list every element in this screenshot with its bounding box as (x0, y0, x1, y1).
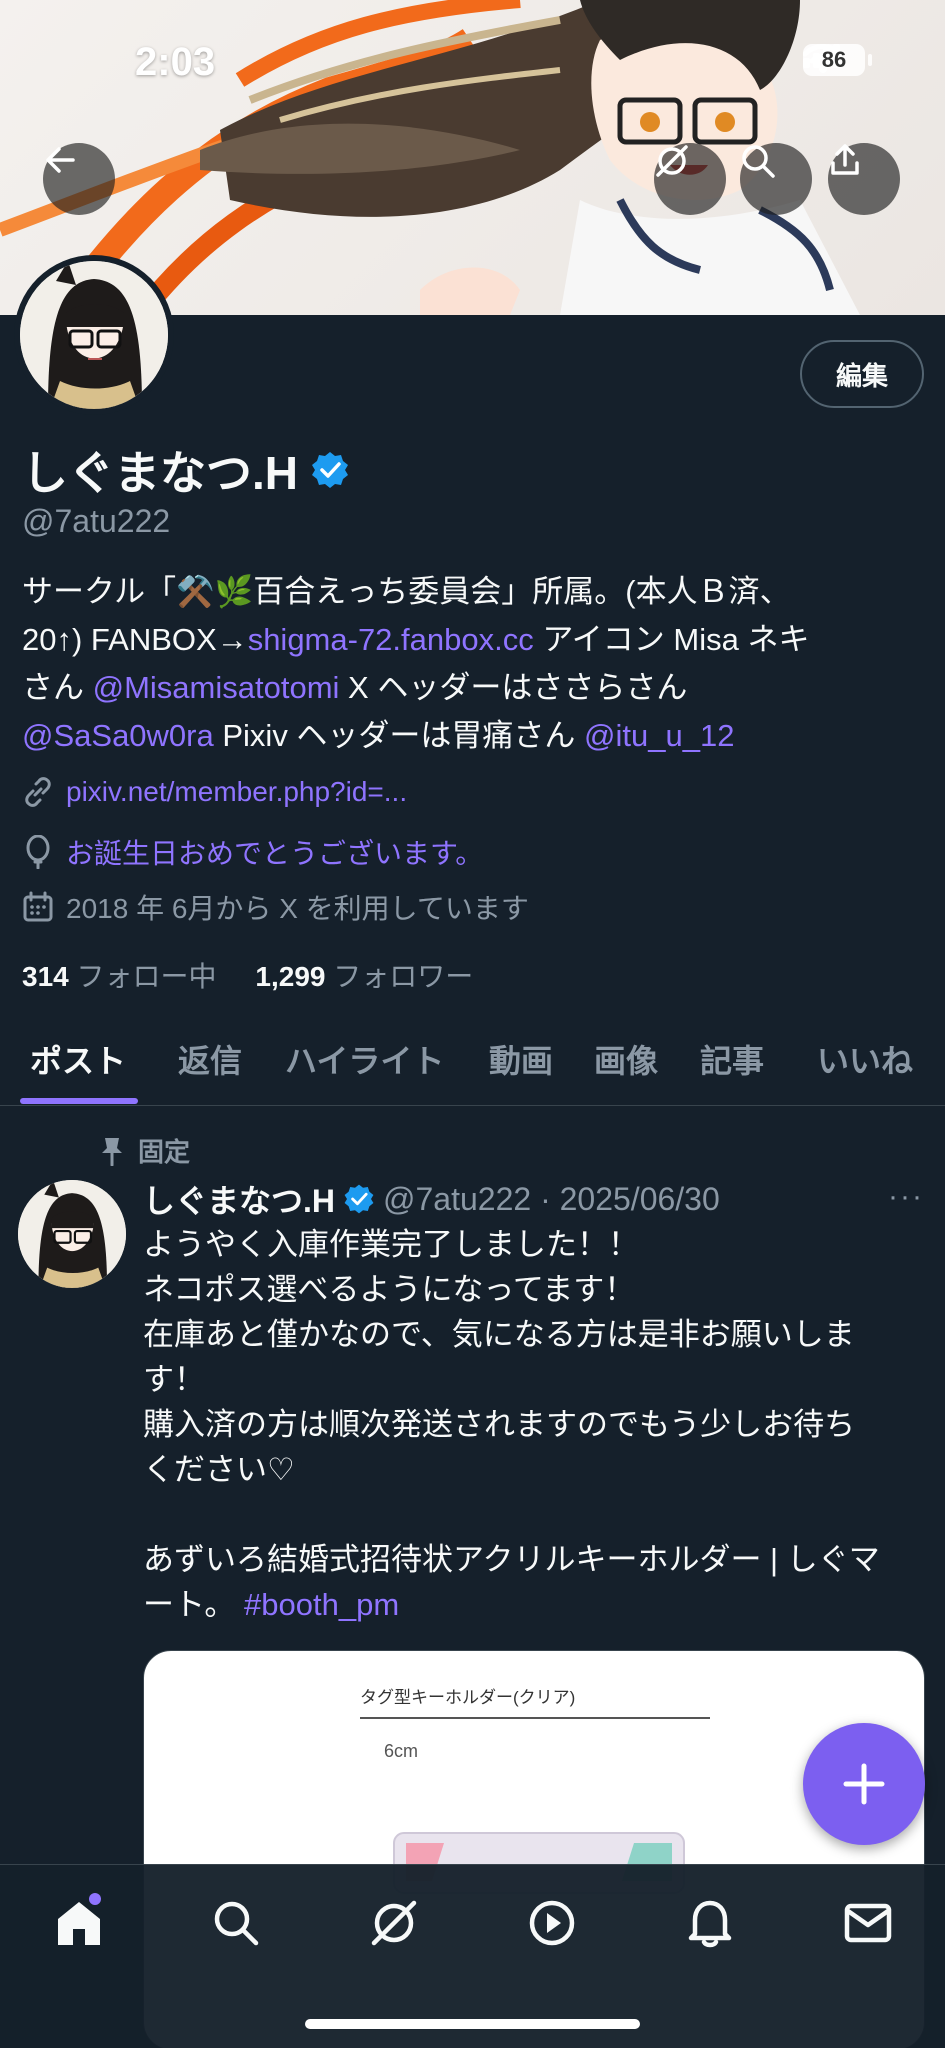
tab-posts[interactable]: ポスト (30, 1036, 126, 1082)
avatar-image (20, 261, 168, 409)
notification-dot (89, 1893, 101, 1905)
compose-post-button[interactable] (803, 1723, 925, 1845)
mention-link[interactable]: @itu_u_12 (584, 718, 734, 753)
home-indicator (305, 2019, 640, 2029)
hashtag-link[interactable]: #booth_pm (244, 1587, 399, 1622)
nav-search[interactable] (204, 1891, 268, 1955)
nav-grok[interactable] (362, 1891, 426, 1955)
joined-row: 2018 年 6月から X を利用しています (22, 887, 529, 927)
post-author-avatar[interactable] (18, 1180, 126, 1288)
grok-button[interactable] (654, 143, 726, 215)
grok-icon (371, 1900, 417, 1946)
post-header: しぐまなつ.H @7atu222 · 2025/06/30 (143, 1176, 720, 1222)
post-body: ようやく入庫作業完了しました！！ ネコポス選べるようになってます！ 在庫あと僅か… (143, 1222, 923, 1627)
post-author-name[interactable]: しぐまなつ.H (143, 1176, 335, 1222)
profile-handle: @7atu222 (22, 503, 171, 539)
battery-indicator: 86 (803, 44, 872, 76)
avatar-illustration (20, 261, 168, 409)
birthday-text[interactable]: お誕生日おめでとうございます。 (66, 832, 483, 872)
share-icon (831, 144, 859, 175)
arrow-left-icon (46, 147, 75, 173)
display-name: しぐまなつ.H (22, 447, 298, 499)
balloon-icon (26, 835, 50, 869)
mail-icon (844, 1903, 892, 1943)
follow-stats: 314 フォロー中 1,299 フォロワー (22, 955, 473, 995)
bottom-navigation (0, 1864, 945, 2048)
post-text: ようやく入庫作業完了しました！！ ネコポス選べるようになってます！ 在庫あと僅か… (143, 1227, 880, 1622)
status-time: 2:03 (135, 40, 216, 84)
plus-icon (843, 1763, 885, 1805)
pinned-label-row: 固定 (100, 1132, 190, 1169)
bio-text: さん (22, 670, 93, 705)
edit-profile-button[interactable]: 編集 (800, 340, 924, 408)
profile-avatar[interactable] (14, 255, 174, 415)
status-bar: 2:03 86 (0, 0, 945, 130)
bio-text: X ヘッダーはささらさん (339, 670, 688, 705)
display-name-row: しぐまなつ.H (22, 437, 350, 503)
tab-images[interactable]: 画像 (594, 1036, 658, 1082)
bio-text: 20↑) FANBOX→ (22, 622, 248, 657)
following-label: フォロー中 (76, 961, 217, 992)
nav-video[interactable] (520, 1891, 584, 1955)
bio-line-2: 20↑) FANBOX→shigma-72.fanbox.cc アイコン Mis… (22, 616, 922, 664)
followers-link[interactable]: 1,299 フォロワー (255, 961, 473, 992)
verified-badge-icon (344, 1184, 374, 1214)
tab-articles[interactable]: 記事 (700, 1036, 764, 1082)
nav-notifications[interactable] (678, 1891, 742, 1955)
home-icon (58, 1902, 100, 1945)
joined-date: 2018 年 6月から X を利用しています (66, 893, 529, 924)
pin-icon (102, 1137, 122, 1166)
following-link[interactable]: 314 フォロー中 (22, 961, 217, 992)
profile-banner[interactable]: 2:03 86 (0, 0, 945, 315)
tab-replies[interactable]: 返信 (178, 1036, 242, 1082)
bio-text: アイコン Misa ネキ (533, 622, 810, 657)
active-tab-indicator (20, 1098, 138, 1104)
profile-bio: サークル「⚒️🌿百合えっち委員会」所属。(本人Ｂ済、 20↑) FANBOX→s… (22, 568, 922, 760)
back-button[interactable] (43, 143, 115, 215)
verified-badge-icon[interactable] (310, 450, 350, 490)
link-icon (25, 777, 51, 807)
website-link[interactable]: pixiv.net/member.php?id=... (66, 776, 407, 808)
fanbox-link[interactable]: shigma-72.fanbox.cc (248, 622, 534, 657)
post-handle-date: @7atu222 · 2025/06/30 (383, 1180, 720, 1217)
share-button[interactable] (828, 143, 900, 215)
tab-highlights[interactable]: ハイライト (285, 1036, 444, 1082)
website-row: pixiv.net/member.php?id=... (22, 776, 407, 808)
calendar-icon (23, 891, 53, 922)
search-button[interactable] (740, 143, 812, 215)
tab-likes[interactable]: いいね (817, 1036, 913, 1082)
bio-line-4: @SaSa0w0ra Pixiv ヘッダーは胃痛さん @itu_u_12 (22, 712, 922, 760)
grok-icon (656, 145, 688, 177)
post-more-button[interactable]: ··· (888, 1180, 924, 1214)
pinned-label: 固定 (138, 1137, 191, 1167)
birthday-row: お誕生日おめでとうございます。 (22, 832, 483, 872)
avatar-illustration (18, 1180, 126, 1288)
bio-text: Pixiv ヘッダーは胃痛さん (213, 718, 585, 753)
nav-messages[interactable] (836, 1891, 900, 1955)
search-icon (742, 145, 775, 178)
mention-link[interactable]: @Misamisatotomi (93, 670, 340, 705)
nav-home[interactable] (47, 1891, 111, 1955)
play-icon (529, 1900, 575, 1946)
tab-videos[interactable]: 動画 (489, 1036, 553, 1082)
status-icons: 86 (803, 44, 872, 76)
search-icon (214, 1901, 259, 1946)
profile-tabs: ポスト 返信 ハイライト 動画 画像 記事 いいね (0, 1018, 945, 1106)
bio-line-1: サークル「⚒️🌿百合えっち委員会」所属。(本人Ｂ済、 (22, 574, 791, 609)
followers-label: フォロワー (333, 961, 474, 992)
following-count: 314 (22, 961, 69, 992)
followers-count: 1,299 (255, 961, 326, 992)
bio-line-3: さん @Misamisatotomi X ヘッダーはささらさん (22, 664, 922, 712)
bell-icon (688, 1900, 732, 1948)
mention-link[interactable]: @SaSa0w0ra (22, 718, 214, 753)
